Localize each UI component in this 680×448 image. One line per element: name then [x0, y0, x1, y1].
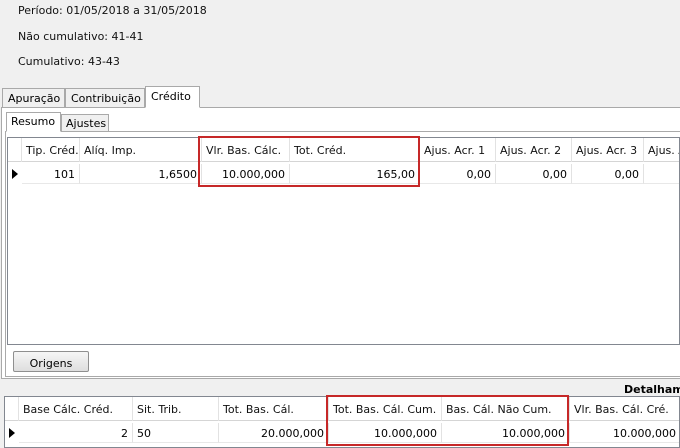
col-tot-bas-cal-cum[interactable]: Tot. Bas. Cál. Cum. — [329, 397, 442, 421]
period-label: Período: 01/05/2018 a 31/05/2018 — [18, 4, 207, 17]
cell-tot-bas-cal[interactable]: 20.000,000 — [219, 423, 329, 443]
tab-contribuicao[interactable]: Contribuição — [65, 88, 145, 108]
detail-grid-header: Base Cálc. Créd. Sit. Trib. Tot. Bas. Cá… — [5, 397, 679, 421]
col-tot-bas-cal[interactable]: Tot. Bas. Cál. — [219, 397, 329, 421]
cell-ajus-acr-4[interactable] — [644, 164, 679, 184]
col-aliq-imp[interactable]: Alíq. Imp. — [80, 138, 202, 162]
cell-tip-cred[interactable]: 101 — [22, 164, 80, 184]
cell-sit-trib[interactable]: 50 — [133, 423, 219, 443]
detail-grid[interactable]: Base Cálc. Créd. Sit. Trib. Tot. Bas. Cá… — [4, 396, 680, 448]
col-sit-trib[interactable]: Sit. Trib. — [133, 397, 219, 421]
tab-credito[interactable]: Crédito — [145, 86, 200, 108]
tab-apuracao[interactable]: Apuração — [2, 88, 65, 108]
credit-grid-header: Tip. Créd. Alíq. Imp. Vlr. Bas. Cálc. To… — [8, 138, 679, 162]
origens-button[interactable]: Origens — [13, 351, 89, 372]
col-tip-cred[interactable]: Tip. Créd. — [22, 138, 80, 162]
col-vlr-bas-cal-cre[interactable]: Vlr. Bas. Cál. Cré. — [570, 397, 679, 421]
detail-row-indicator-header — [5, 397, 19, 421]
col-bas-cal-nao-cum[interactable]: Bas. Cál. Não Cum. — [442, 397, 570, 421]
credit-grid[interactable]: Tip. Créd. Alíq. Imp. Vlr. Bas. Cálc. To… — [7, 137, 680, 345]
cell-vlr-bas-calc[interactable]: 10.000,000 — [202, 164, 290, 184]
cell-ajus-acr-2[interactable]: 0,00 — [496, 164, 572, 184]
nao-cumulativo-label: Não cumulativo: 41-41 — [18, 30, 144, 43]
cell-vlr-bas-cal-cre[interactable]: 10.000,000 — [570, 423, 679, 443]
detail-current-row-arrow-icon — [5, 423, 19, 443]
col-ajus-acr-1[interactable]: Ajus. Acr. 1 — [420, 138, 496, 162]
cell-tot-cred[interactable]: 165,00 — [290, 164, 420, 184]
col-tot-cred[interactable]: Tot. Créd. — [290, 138, 420, 162]
col-vlr-bas-calc[interactable]: Vlr. Bas. Cálc. — [202, 138, 290, 162]
cell-tot-bas-cal-cum[interactable]: 10.000,000 — [329, 423, 442, 443]
subtab-resumo[interactable]: Resumo — [6, 112, 61, 132]
cell-bas-cal-nao-cum[interactable]: 10.000,000 — [442, 423, 570, 443]
cell-ajus-acr-3[interactable]: 0,00 — [572, 164, 644, 184]
col-base-calc-cred[interactable]: Base Cálc. Créd. — [19, 397, 133, 421]
cell-ajus-acr-1[interactable]: 0,00 — [420, 164, 496, 184]
detail-section-label: Detalhame — [624, 383, 680, 396]
current-row-arrow-icon — [8, 164, 22, 184]
row-indicator-header — [8, 138, 22, 162]
col-ajus-acr-2[interactable]: Ajus. Acr. 2 — [496, 138, 572, 162]
cumulativo-label: Cumulativo: 43-43 — [18, 55, 120, 68]
cell-aliq-imp[interactable]: 1,6500 — [80, 164, 202, 184]
col-ajus-acr-3[interactable]: Ajus. Acr. 3 — [572, 138, 644, 162]
subtab-ajustes[interactable]: Ajustes — [61, 114, 109, 132]
cell-base-calc-cred[interactable]: 2 — [19, 423, 133, 443]
col-ajus-acr-4[interactable]: Ajus. A — [644, 138, 679, 162]
